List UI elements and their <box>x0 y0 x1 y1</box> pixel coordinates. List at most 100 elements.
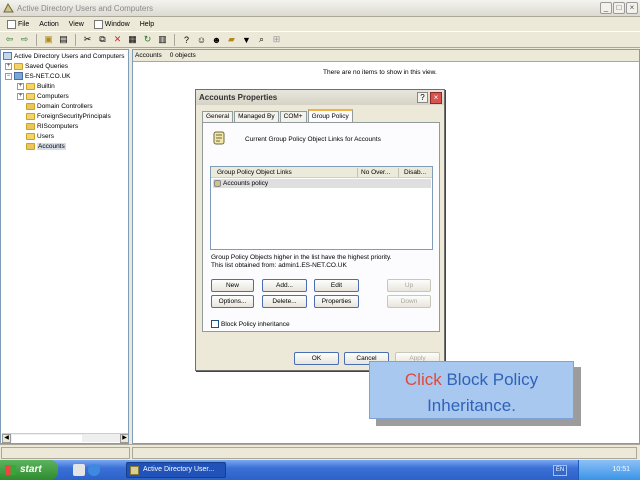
tree-item-builtin[interactable]: + Builtin <box>17 81 55 91</box>
export-list-icon[interactable]: ▥ <box>156 33 169 46</box>
expand-icon[interactable]: + <box>17 82 24 90</box>
show-desktop-icon[interactable] <box>73 464 85 476</box>
block-inheritance-checkbox[interactable] <box>211 320 219 328</box>
scroll-thumb[interactable] <box>12 435 82 442</box>
tree-item-users[interactable]: Users <box>26 131 54 141</box>
callout-line-2: Inheritance. <box>427 396 516 415</box>
new-button[interactable]: New <box>211 279 254 292</box>
start-button[interactable]: start <box>0 460 58 480</box>
column-header-no-override[interactable]: No Over... <box>361 169 390 176</box>
up-folder-icon[interactable]: ▣ <box>42 33 55 46</box>
tree-item-domain-controllers[interactable]: Domain Controllers <box>26 101 93 111</box>
delete-button[interactable]: Delete... <box>262 295 307 308</box>
title-bar[interactable]: Active Directory Users and Computers _ □… <box>0 0 640 17</box>
menu-view[interactable]: View <box>66 21 87 28</box>
tab-general[interactable]: General <box>202 111 234 122</box>
minimize-button[interactable]: _ <box>600 2 612 14</box>
windows-logo-icon <box>5 465 16 475</box>
tree-item-riscomputers[interactable]: RIScomputers <box>26 121 78 131</box>
new-ou-icon[interactable]: ▰ <box>225 33 238 46</box>
tree-item-label: Builtin <box>37 82 55 90</box>
dialog-title: Accounts Properties <box>199 93 278 102</box>
tab-com-plus[interactable]: COM+ <box>279 111 307 122</box>
language-indicator[interactable]: EN <box>553 465 567 476</box>
properties-icon[interactable]: ▦ <box>126 33 139 46</box>
taskbar-item-ad-users[interactable]: Active Directory User... <box>126 462 226 478</box>
copy-icon[interactable]: ⧉ <box>96 33 109 46</box>
properties-button[interactable]: Properties <box>314 295 359 308</box>
clock[interactable]: 10:51 <box>612 466 630 473</box>
folder-icon <box>14 62 23 70</box>
toolbar-separator <box>36 33 37 46</box>
ou-icon <box>26 102 35 110</box>
block-inheritance-label[interactable]: Block Policy inheritance <box>221 321 290 328</box>
scroll-left-icon[interactable]: ◀ <box>2 434 11 443</box>
window-menu-icon <box>93 19 103 29</box>
tree-item-label: Active Directory Users and Computers <box>14 52 125 60</box>
console-tree[interactable]: Active Directory Users and Computers + S… <box>0 49 129 444</box>
dialog-title-bar[interactable]: Accounts Properties <box>196 90 444 105</box>
add-to-group-icon[interactable]: ⊞ <box>270 33 283 46</box>
empty-view-message: There are no items to show in this view. <box>323 69 437 76</box>
tree-item-accounts[interactable]: Accounts <box>26 141 66 151</box>
tree-item-label: RIScomputers <box>37 122 79 130</box>
find-icon[interactable]: ⌕ <box>255 33 268 46</box>
console-icon <box>7 19 16 29</box>
tree-item-root[interactable]: Active Directory Users and Computers <box>3 51 125 61</box>
ad-root-icon <box>3 52 12 60</box>
gpo-links-list[interactable]: Group Policy Object Links No Over... Dis… <box>210 166 433 250</box>
gpo-links-heading: Current Group Policy Object Links for Ac… <box>245 136 381 143</box>
cut-icon[interactable]: ✂ <box>81 33 94 46</box>
maximize-button[interactable]: □ <box>613 2 625 14</box>
tree-item-saved-queries[interactable]: + Saved Queries <box>5 61 68 71</box>
close-button[interactable]: × <box>626 2 638 14</box>
block-inheritance-row[interactable]: Block Policy inheritance <box>211 320 290 328</box>
tree-item-domain[interactable]: − ES-NET.CO.UK <box>5 71 71 81</box>
menu-action[interactable]: Action <box>36 21 61 28</box>
add-button[interactable]: Add... <box>262 279 307 292</box>
details-header: Accounts 0 objects <box>133 50 639 62</box>
delete-icon[interactable]: ✕ <box>111 33 124 46</box>
column-divider[interactable] <box>398 168 399 177</box>
taskbar-item-label: Active Directory User... <box>143 466 215 473</box>
domain-icon <box>14 72 23 80</box>
back-icon[interactable]: ⇦ <box>3 33 16 46</box>
help-icon[interactable]: ? <box>180 33 193 46</box>
new-user-icon[interactable]: ☺ <box>195 33 208 46</box>
status-cell <box>132 447 637 459</box>
scroll-right-icon[interactable]: ▶ <box>120 434 128 443</box>
tree-item-foreign-security-principals[interactable]: ForeignSecurityPrincipals <box>26 111 111 121</box>
tree-horizontal-scrollbar[interactable]: ◀ ▶ <box>2 433 128 443</box>
menu-file[interactable]: File <box>4 19 32 29</box>
menu-action-label: Action <box>39 20 59 28</box>
expand-icon[interactable]: + <box>5 62 12 70</box>
column-header-gpo-links[interactable]: Group Policy Object Links <box>217 169 292 176</box>
collapse-icon[interactable]: − <box>5 72 12 80</box>
dialog-close-button[interactable]: × <box>430 92 442 104</box>
ad-users-computers-icon <box>130 466 139 475</box>
column-header-disabled[interactable]: Disab... <box>404 169 426 176</box>
tab-managed-by[interactable]: Managed By <box>234 111 279 122</box>
tree-item-label: ForeignSecurityPrincipals <box>37 112 111 120</box>
filter-icon[interactable]: ▼ <box>240 33 253 46</box>
dialog-help-button[interactable]: ? <box>417 92 428 103</box>
new-group-icon[interactable]: ☻ <box>210 33 223 46</box>
expand-icon[interactable]: + <box>17 92 24 100</box>
list-source-line: This list obtained from: admin1.ES-NET.C… <box>211 262 347 269</box>
internet-explorer-icon[interactable] <box>88 464 100 476</box>
down-button[interactable]: Down <box>387 295 431 308</box>
menu-window[interactable]: Window <box>91 19 133 29</box>
options-button[interactable]: Options... <box>211 295 254 308</box>
show-hide-tree-icon[interactable]: ▤ <box>57 33 70 46</box>
list-item[interactable]: Accounts policy <box>213 179 431 188</box>
tree-item-computers[interactable]: + Computers <box>17 91 69 101</box>
tab-group-policy[interactable]: Group Policy <box>307 109 353 122</box>
edit-button[interactable]: Edit <box>314 279 359 292</box>
refresh-icon[interactable]: ↻ <box>141 33 154 46</box>
ok-button[interactable]: OK <box>294 352 339 365</box>
up-button[interactable]: Up <box>387 279 431 292</box>
menu-help[interactable]: Help <box>137 21 157 28</box>
column-divider[interactable] <box>357 168 358 177</box>
forward-icon[interactable]: ⇨ <box>18 33 31 46</box>
gpo-link-name: Accounts policy <box>223 180 269 187</box>
